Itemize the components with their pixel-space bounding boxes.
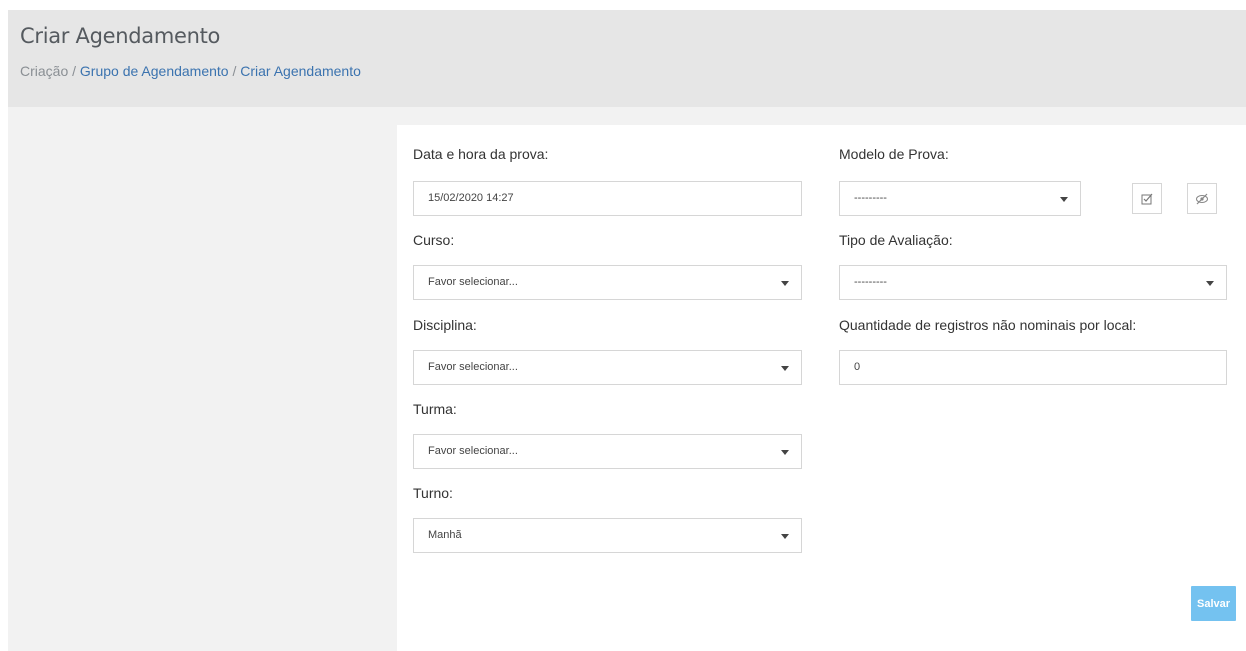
disciplina-label: Disciplina: (413, 317, 477, 333)
data-hora-label: Data e hora da prova: (413, 146, 549, 162)
turno-select[interactable]: Manhã (413, 518, 802, 553)
caret-down-icon (1206, 281, 1214, 286)
caret-down-icon (781, 450, 789, 455)
turma-select[interactable]: Favor selecionar... (413, 434, 802, 469)
tipo-avaliacao-select[interactable]: --------- (839, 265, 1227, 300)
breadcrumb-link-grupo[interactable]: Grupo de Agendamento (80, 63, 229, 79)
breadcrumb-separator: / (232, 63, 237, 79)
breadcrumb-link-criar[interactable]: Criar Agendamento (240, 63, 361, 79)
select-model-button[interactable] (1132, 183, 1162, 214)
curso-select-value: Favor selecionar... (428, 276, 518, 288)
turma-select-value: Favor selecionar... (428, 445, 518, 457)
caret-down-icon (1060, 197, 1068, 202)
turno-select-value: Manhã (428, 529, 462, 541)
tipo-avaliacao-select-value: --------- (854, 276, 887, 288)
caret-down-icon (781, 366, 789, 371)
turma-label: Turma: (413, 401, 457, 417)
caret-down-icon (781, 281, 789, 286)
tipo-avaliacao-label: Tipo de Avaliação: (839, 232, 953, 248)
disciplina-select[interactable]: Favor selecionar... (413, 350, 802, 385)
caret-down-icon (781, 534, 789, 539)
quantidade-input[interactable]: 0 (839, 350, 1227, 385)
breadcrumb-root: Criação (20, 63, 69, 79)
page-title: Criar Agendamento (20, 24, 221, 48)
curso-select[interactable]: Favor selecionar... (413, 265, 802, 300)
turno-label: Turno: (413, 485, 453, 501)
breadcrumb-separator: / (72, 63, 77, 79)
curso-label: Curso: (413, 232, 455, 248)
modelo-prova-select-value: --------- (854, 192, 887, 204)
disciplina-select-value: Favor selecionar... (428, 361, 518, 373)
modelo-prova-select[interactable]: --------- (839, 181, 1081, 216)
save-button[interactable]: Salvar (1191, 586, 1236, 621)
modelo-prova-label: Modelo de Prova: (839, 146, 949, 162)
check-square-icon (1141, 193, 1153, 204)
data-hora-input[interactable]: 15/02/2020 14:27 (413, 181, 802, 216)
preview-model-button[interactable] (1187, 183, 1217, 214)
breadcrumb: Criação / Grupo de Agendamento / Criar A… (20, 63, 361, 79)
quantidade-label: Quantidade de registros não nominais por… (839, 317, 1137, 333)
eye-slash-icon (1196, 193, 1208, 204)
